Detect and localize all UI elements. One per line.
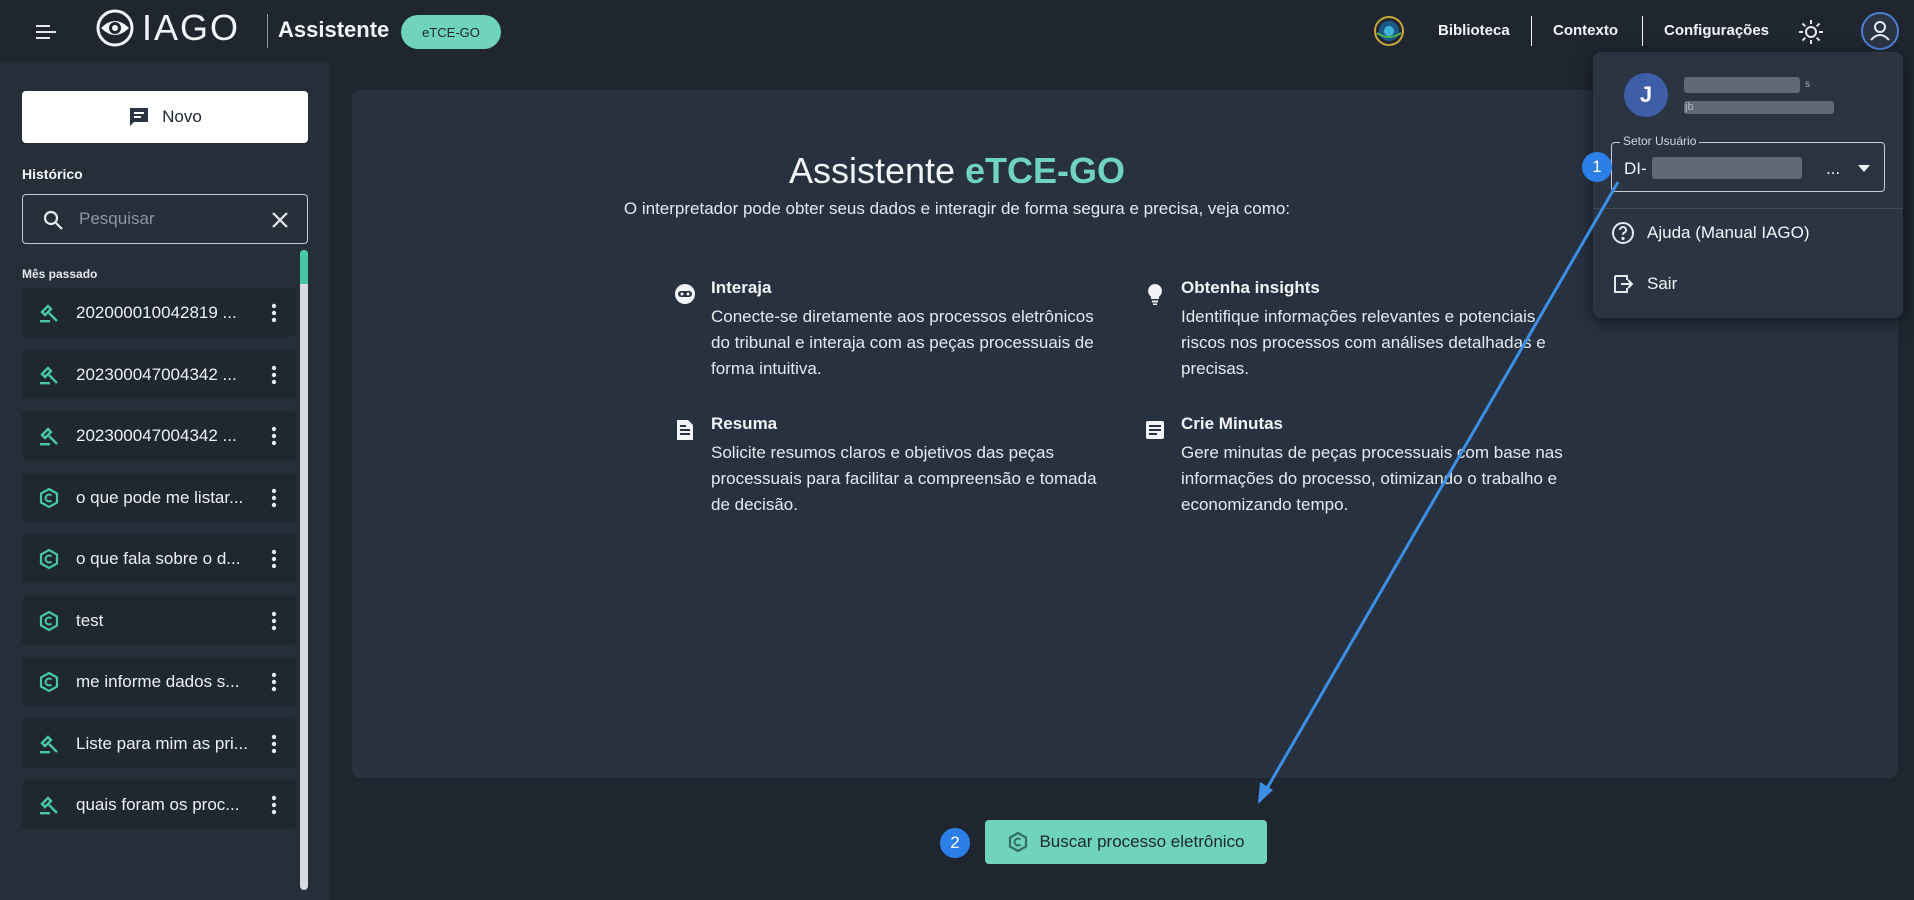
more-options-icon[interactable] — [262, 300, 286, 326]
etce-badge[interactable]: eTCE-GO — [401, 15, 501, 49]
search-process-button[interactable]: Buscar processo eletrônico — [985, 820, 1267, 864]
step-marker-2: 2 — [940, 828, 970, 858]
theme-toggle-sun-icon[interactable] — [1797, 18, 1825, 46]
feature-title: Obtenha insights — [1181, 278, 1320, 297]
new-chat-label: Novo — [162, 107, 202, 126]
more-options-icon[interactable] — [262, 669, 286, 695]
feature-description: Solicite resumos claros e objetivos das … — [711, 443, 1097, 514]
redacted-email — [1684, 101, 1834, 114]
sector-value-prefix: DI- — [1624, 159, 1647, 178]
history-item-text: 202300047004342 ... — [76, 364, 237, 384]
gavel-icon — [40, 427, 58, 446]
more-options-icon[interactable] — [262, 423, 286, 449]
history-item-text: 202000010042819 ... — [76, 303, 237, 322]
history-item[interactable]: 202300047004342 ... — [22, 411, 296, 460]
more-options-icon[interactable] — [262, 731, 286, 757]
history-item-text: me informe dados s... — [76, 672, 240, 691]
robot-face-icon — [675, 284, 695, 304]
lightbulb-icon — [1148, 284, 1162, 305]
feature-description: Conecte-se diretamente aos processos ele… — [711, 307, 1094, 378]
history-item-text: o que pode me listar... — [76, 487, 244, 507]
eye-logo-icon — [96, 9, 134, 47]
redacted-username — [1684, 77, 1800, 93]
globe-icon[interactable] — [1373, 15, 1405, 47]
article-icon — [1146, 421, 1164, 439]
gavel-icon — [40, 796, 58, 815]
history-item[interactable]: 202300047004342 ... — [22, 349, 296, 399]
sector-select[interactable]: Setor Usuário DI- ... — [1611, 134, 1885, 192]
history-item-text: 202300047004342 ... — [76, 426, 237, 445]
etce-icon — [39, 610, 59, 631]
etce-icon — [39, 487, 59, 508]
help-icon — [1612, 222, 1634, 244]
more-options-icon[interactable] — [262, 362, 286, 388]
etce-icon — [39, 671, 59, 693]
history-item-text: Liste para mim as pri... — [76, 733, 248, 753]
more-options-icon[interactable] — [262, 485, 286, 511]
more-options-icon[interactable] — [262, 792, 286, 818]
nav-contexto[interactable]: Contexto — [1553, 22, 1618, 39]
logout-label: Sair — [1647, 274, 1678, 293]
iago-logo[interactable]: IAGO — [94, 7, 241, 48]
help-label: Ajuda (Manual IAGO) — [1647, 223, 1810, 242]
feature-title: Crie Minutas — [1181, 414, 1284, 433]
history-item-text: quais foram os proc... — [76, 795, 240, 814]
history-item[interactable]: o que fala sobre o d... — [22, 534, 296, 583]
nav-divider — [1642, 16, 1643, 46]
history-item[interactable]: test — [22, 595, 296, 645]
search-process-label: Buscar processo eletrônico — [1039, 832, 1245, 851]
username-fragment: s — [1805, 79, 1810, 90]
menu-toggle-icon[interactable] — [30, 16, 62, 48]
new-chat-button[interactable]: Novo — [22, 91, 308, 143]
history-group-label: Mês passado — [22, 267, 98, 281]
hero-title-prefix: Assistente — [788, 150, 956, 191]
hero-title-accent: eTCE-GO — [965, 150, 1126, 191]
logo-text: IAGO — [142, 7, 241, 48]
more-options-icon[interactable] — [262, 608, 286, 634]
history-item-text: test — [76, 610, 104, 630]
sector-select-label: Setor Usuário — [1620, 134, 1700, 148]
gavel-icon — [40, 304, 58, 323]
history-item[interactable]: Liste para mim as pri... — [22, 718, 296, 768]
gavel-icon — [40, 365, 58, 384]
user-menu-dropdown: J s jb Setor Usuário DI- ... Ajuda (Manu… — [1593, 52, 1903, 318]
gavel-icon — [40, 734, 58, 753]
chat-icon — [130, 108, 149, 126]
user-icon — [1870, 21, 1890, 41]
step-marker-1: 1 — [1582, 152, 1612, 182]
feature-description: Gere minutas de peças processuais com ba… — [1181, 443, 1563, 514]
history-list: 202000010042819 ... 202300047004342 ... … — [22, 288, 296, 842]
history-item[interactable]: quais foram os proc... — [22, 780, 296, 829]
redacted-sector — [1652, 157, 1802, 179]
history-scrollbar[interactable] — [300, 250, 308, 890]
feature-title: Resuma — [711, 414, 778, 433]
document-icon — [677, 420, 693, 440]
app-title: Assistente — [278, 17, 390, 42]
etce-icon — [39, 548, 59, 570]
user-avatar: J — [1624, 73, 1668, 117]
history-item[interactable]: o que pode me listar... — [22, 472, 296, 522]
logout-icon — [1614, 275, 1634, 293]
history-item-text: o que fala sobre o d... — [76, 549, 241, 568]
help-menu-item[interactable]: Ajuda (Manual IAGO) — [1611, 215, 1881, 251]
header-divider — [267, 14, 268, 48]
caret-down-icon — [1858, 165, 1870, 172]
etce-icon — [1009, 831, 1028, 853]
menu-divider — [1593, 208, 1903, 209]
logout-menu-item[interactable]: Sair — [1611, 266, 1881, 302]
feature-description: Identifique informações relevantes e pot… — [1181, 307, 1546, 378]
nav-divider — [1531, 16, 1532, 46]
nav-configuracoes[interactable]: Configurações — [1664, 22, 1769, 39]
feature-title: Interaja — [711, 278, 772, 297]
email-fragment: jb — [1685, 101, 1694, 113]
user-avatar-button[interactable] — [1861, 12, 1899, 50]
nav-biblioteca[interactable]: Biblioteca — [1438, 22, 1510, 39]
history-item[interactable]: 202000010042819 ... — [22, 288, 296, 337]
sector-value-suffix: ... — [1826, 159, 1841, 178]
more-options-icon[interactable] — [262, 546, 286, 572]
history-item[interactable]: me informe dados s... — [22, 657, 296, 706]
